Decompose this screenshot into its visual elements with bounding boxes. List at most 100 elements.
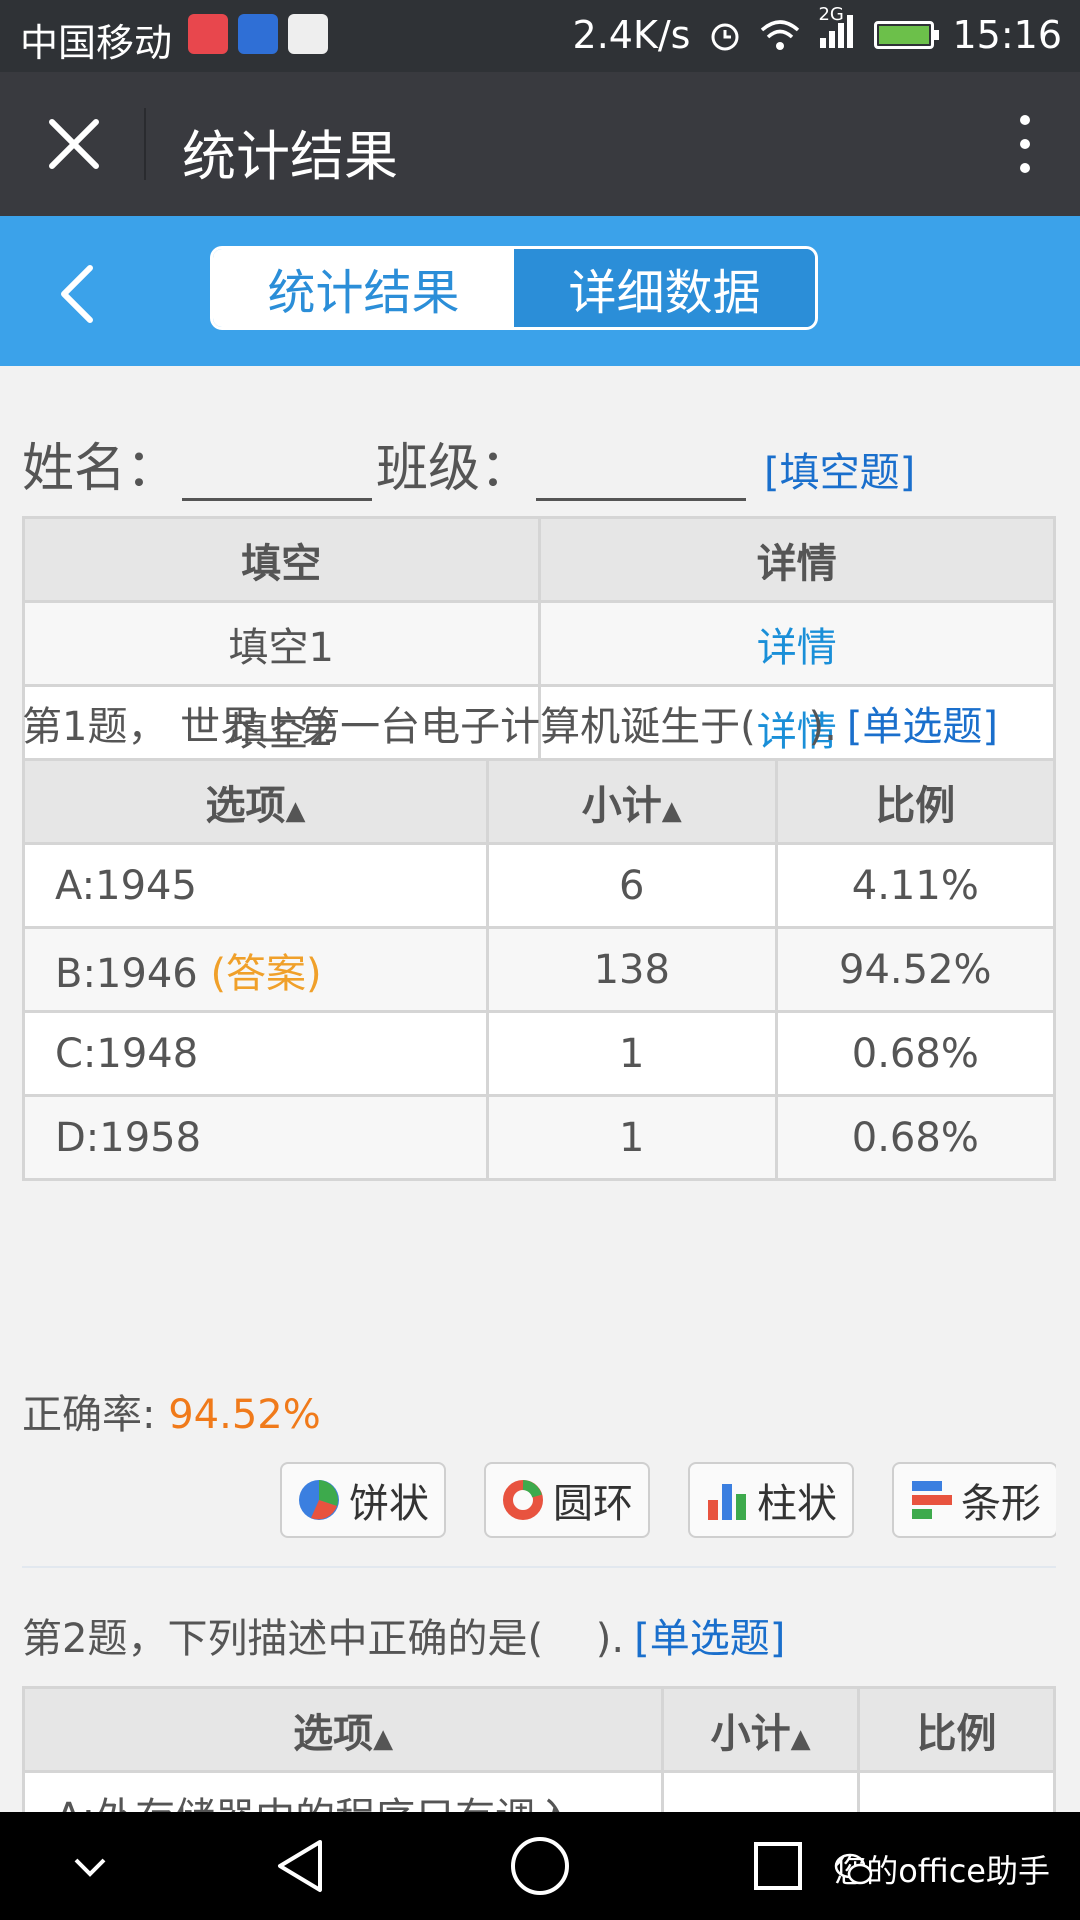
bank-app-icon xyxy=(288,14,328,54)
ratio-cell: 94.52% xyxy=(774,926,1056,1013)
clock: 15:16 xyxy=(952,12,1062,57)
back-triangle-icon[interactable] xyxy=(272,1836,328,1896)
accuracy-label: 正确率: xyxy=(22,1392,156,1438)
close-icon[interactable] xyxy=(42,112,106,176)
shield-app-icon xyxy=(238,14,278,54)
home-circle-icon[interactable] xyxy=(509,1835,571,1897)
battery-icon xyxy=(874,20,940,49)
name-class-line: 姓名： 班级： [填空题] xyxy=(22,426,915,501)
table-row: C:1948 1 0.68% xyxy=(22,1010,1056,1097)
column-header-option[interactable]: 选项▲ xyxy=(22,1686,665,1773)
content-area: 姓名： 班级： [填空题] 填空 详情 填空1 详情 填空2 详情 第1题， 世界上… xyxy=(22,366,1056,1812)
ratio-cell xyxy=(857,1770,1056,1812)
question-2-title: 第2题，下列描述中正确的是( ). [单选题] xyxy=(22,1606,785,1664)
more-options-icon[interactable] xyxy=(1010,112,1040,176)
donut-chart-label: 圆环 xyxy=(553,1481,633,1527)
sort-icon[interactable]: ▲ xyxy=(285,796,305,826)
table-row: D:1958 1 0.68% xyxy=(22,1094,1056,1181)
ratio-cell: 4.11% xyxy=(774,842,1056,929)
wechat-icon xyxy=(834,1853,873,1885)
donut-chart-icon xyxy=(503,1480,543,1520)
navigation-bar: 您的office助手 xyxy=(0,1812,1080,1920)
carrier-name: 中国移动 xyxy=(20,21,173,65)
option-cell: C:1948 xyxy=(22,1010,489,1097)
recent-apps-square-icon[interactable] xyxy=(752,1840,804,1892)
segmented-tabs: 统计结果 详细数据 xyxy=(210,246,818,330)
question-1-title: 第1题， 世界上第一台电子计算机诞生于( ). [单选题] xyxy=(22,694,998,752)
chart-type-buttons: 饼状 圆环 柱状 条形 xyxy=(280,1462,1056,1538)
shopping-app-icon xyxy=(188,14,228,54)
name-blank xyxy=(182,446,373,501)
wifi-icon xyxy=(761,19,800,50)
bar-chart-label: 柱状 xyxy=(757,1481,837,1527)
question-1-type-link[interactable]: [单选题] xyxy=(847,704,998,750)
table-row: 填空1 详情 xyxy=(22,600,1056,687)
bar-chart-button[interactable]: 柱状 xyxy=(688,1462,854,1538)
horizontal-bar-chart-button[interactable]: 条形 xyxy=(892,1462,1056,1538)
accuracy-line: 正确率: 94.52% xyxy=(22,1382,321,1440)
table-row: B:1946 (答案) 138 94.52% xyxy=(22,926,1056,1013)
option-cell: A:外存储器中的程序只有调入 xyxy=(22,1770,665,1812)
table-header-row: 填空 详情 xyxy=(22,516,1056,603)
network-type: 2G xyxy=(818,4,844,25)
title-bar: 统计结果 xyxy=(0,72,1080,216)
count-cell: 1 xyxy=(485,1094,778,1181)
option-cell: B:1946 (答案) xyxy=(22,926,489,1013)
answer-tag: (答案) xyxy=(210,950,322,997)
name-label: 姓名： xyxy=(22,439,179,499)
column-header-option[interactable]: 选项▲ xyxy=(22,758,489,845)
sort-icon[interactable]: ▲ xyxy=(791,1724,811,1754)
sort-icon[interactable]: ▲ xyxy=(373,1724,393,1754)
watermark: 您的office助手 xyxy=(834,1846,1050,1892)
question-2-type-link[interactable]: [单选题] xyxy=(634,1616,785,1662)
table-row: A:外存储器中的程序只有调入 xyxy=(22,1770,1056,1812)
accuracy-value: 94.52% xyxy=(168,1392,321,1438)
tab-statistics[interactable]: 统计结果 xyxy=(213,249,514,327)
divider xyxy=(144,108,146,180)
ratio-cell: 0.68% xyxy=(774,1010,1056,1097)
question-1-table: 选项▲ 小计▲ 比例 A:1945 6 4.11% B:1946 (答案) 13… xyxy=(22,758,1056,1181)
collapse-icon[interactable] xyxy=(70,1852,110,1882)
column-header-ratio: 比例 xyxy=(857,1686,1056,1773)
page-title: 统计结果 xyxy=(182,125,398,188)
blank-name: 填空1 xyxy=(22,600,541,687)
bar-chart-icon xyxy=(708,1484,746,1520)
column-header-ratio: 比例 xyxy=(774,758,1056,845)
network-speed: 2.4K/s xyxy=(572,12,691,57)
class-label: 班级： xyxy=(376,439,533,499)
tab-header: 统计结果 详细数据 xyxy=(0,216,1080,366)
table-row: A:1945 6 4.11% xyxy=(22,842,1056,929)
count-cell xyxy=(661,1770,861,1812)
pie-chart-icon xyxy=(299,1480,339,1520)
tab-detailed-data[interactable]: 详细数据 xyxy=(514,249,815,327)
status-bar: 中国移动 2.4K/s 2G 15:16 xyxy=(0,0,1080,72)
signal-icon: 2G xyxy=(818,4,856,57)
notification-icons xyxy=(188,14,328,54)
question-2-table: 选项▲ 小计▲ 比例 A:外存储器中的程序只有调入 xyxy=(22,1686,1056,1812)
sort-icon[interactable]: ▲ xyxy=(662,796,682,826)
column-header-blank: 填空 xyxy=(22,516,541,603)
table-header-row: 选项▲ 小计▲ 比例 xyxy=(22,1686,1056,1773)
blank-type-link[interactable]: [填空题] xyxy=(764,450,915,496)
horizontal-bar-chart-icon xyxy=(912,1481,952,1519)
count-cell: 1 xyxy=(485,1010,778,1097)
column-header-count[interactable]: 小计▲ xyxy=(485,758,778,845)
count-cell: 138 xyxy=(485,926,778,1013)
column-header-detail: 详情 xyxy=(537,516,1056,603)
option-cell: D:1958 xyxy=(22,1094,489,1181)
column-header-count[interactable]: 小计▲ xyxy=(661,1686,861,1773)
option-cell: A:1945 xyxy=(22,842,489,929)
back-arrow-icon[interactable] xyxy=(50,264,110,324)
horizontal-bar-chart-label: 条形 xyxy=(961,1481,1041,1527)
question-2-text: 第2题，下列描述中正确的是( ). xyxy=(22,1616,625,1662)
pie-chart-label: 饼状 xyxy=(349,1481,429,1527)
ratio-cell: 0.68% xyxy=(774,1094,1056,1181)
alarm-icon xyxy=(711,23,739,50)
table-header-row: 选项▲ 小计▲ 比例 xyxy=(22,758,1056,845)
donut-chart-button[interactable]: 圆环 xyxy=(484,1462,650,1538)
section-divider xyxy=(22,1566,1056,1568)
class-blank xyxy=(536,446,747,501)
detail-link[interactable]: 详情 xyxy=(537,600,1056,687)
count-cell: 6 xyxy=(485,842,778,929)
pie-chart-button[interactable]: 饼状 xyxy=(280,1462,446,1538)
